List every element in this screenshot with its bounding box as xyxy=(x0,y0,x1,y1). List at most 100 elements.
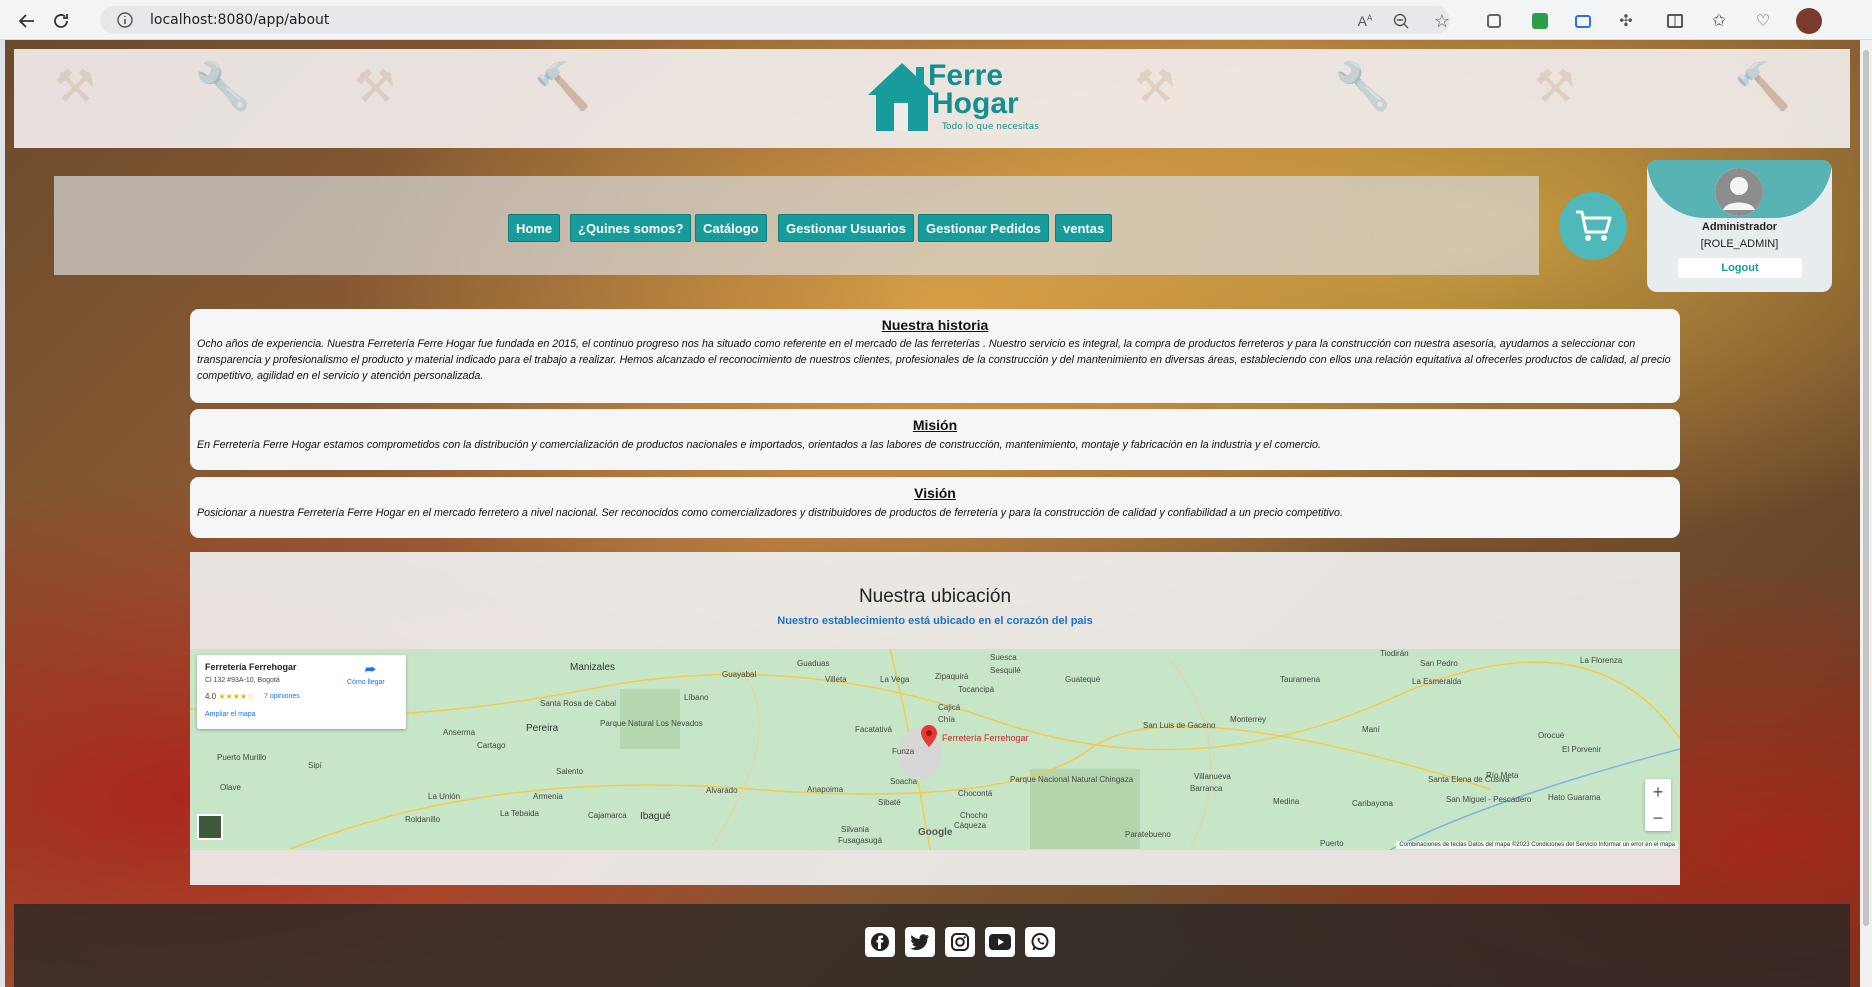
map-label: San Luis de Gaceno xyxy=(1143,721,1216,730)
map-pin-icon[interactable] xyxy=(921,725,937,752)
user-name: Administrador xyxy=(1701,221,1778,233)
user-card: Administrador [ROLE_ADMIN] Logout xyxy=(1647,160,1832,292)
map-label: Armenia xyxy=(533,792,563,801)
map-label: Barranca xyxy=(1190,784,1223,793)
map-label: Salento xyxy=(556,767,584,776)
google-logo: Google xyxy=(918,827,953,838)
scrollbar-thumb[interactable] xyxy=(1863,50,1869,926)
map-label: Tocancipá xyxy=(958,685,995,694)
map-label: Parque Natural Los Nevados xyxy=(600,719,703,728)
tools-pattern-icon: 🔧 xyxy=(194,60,252,112)
puzzle-icon[interactable]: ✣ xyxy=(1614,9,1638,33)
map-place-address: Cl 132 #93A-10, Bogotá xyxy=(205,677,280,684)
nav-about-button[interactable]: ¿Quines somos? xyxy=(570,214,692,242)
map-label: Cartago xyxy=(477,741,506,750)
location-section: Nuestra ubicación Nuestro establecimient… xyxy=(190,552,1680,885)
facebook-icon[interactable] xyxy=(865,927,895,957)
youtube-icon[interactable] xyxy=(985,927,1015,957)
address-bar[interactable]: localhost:8080/app/about xyxy=(100,6,1450,34)
nav-manage-orders-button[interactable]: Gestionar Pedidos xyxy=(918,214,1049,242)
screen-capture-icon[interactable] xyxy=(1571,9,1595,33)
tools-pattern-icon: 🔨 xyxy=(534,60,592,112)
site-info-icon[interactable] xyxy=(116,11,134,34)
back-arrow-icon[interactable] xyxy=(14,8,40,34)
browser-essentials-icon[interactable]: ♡ xyxy=(1751,9,1775,33)
embedded-map[interactable]: Manizales Guaduas Suesca Sesquilé Guayab… xyxy=(190,649,1680,850)
vision-text: Posicionar a nuestra Ferretería Ferre Ho… xyxy=(197,507,1343,519)
tools-pattern-icon: ⚒ xyxy=(54,60,96,112)
directions-icon[interactable]: ⮫ xyxy=(365,663,376,678)
map-reviews-link[interactable]: 7 opiniones xyxy=(264,693,300,700)
tools-pattern-icon: ⚒ xyxy=(354,60,396,112)
map-label: Funza xyxy=(892,747,915,756)
map-label: Chocontá xyxy=(958,789,993,798)
page-scrollbar[interactable] xyxy=(1860,40,1872,987)
map-zoom-control: + − xyxy=(1645,779,1671,831)
map-label: La Esmeralda xyxy=(1412,677,1462,686)
tools-pattern-icon: 🔧 xyxy=(1334,60,1392,112)
map-label: Chocho xyxy=(960,811,988,820)
brand-logo[interactable]: Ferre Hogar Todo lo que necesitas xyxy=(864,57,1044,137)
cart-icon xyxy=(1576,210,1612,241)
map-label: Líbano xyxy=(684,693,709,702)
extension-icon[interactable] xyxy=(1482,9,1506,33)
split-screen-icon[interactable] xyxy=(1663,9,1687,33)
map-label: Roldanillo xyxy=(405,815,441,824)
map-label: Manizales xyxy=(570,662,616,673)
twitter-icon[interactable] xyxy=(905,927,935,957)
satellite-toggle-button[interactable] xyxy=(197,814,223,840)
map-label: La Florenza xyxy=(1580,656,1623,665)
map-label: Alvarado xyxy=(706,786,738,795)
map-expand-link[interactable]: Ampliar el mapa xyxy=(205,711,256,718)
zoom-out-button[interactable]: − xyxy=(1645,805,1671,831)
map-label: Paratebueno xyxy=(1125,830,1171,839)
vision-title: Visión xyxy=(914,485,956,501)
nav-home-button[interactable]: Home xyxy=(508,214,561,242)
map-label: Medina xyxy=(1273,797,1300,806)
map-label: Sesquilé xyxy=(990,666,1021,675)
mission-card: Misión En Ferretería Ferre Hogar estamos… xyxy=(190,409,1680,470)
map-label: Maní xyxy=(1362,725,1380,734)
map-label: Guayabal xyxy=(722,670,757,679)
map-place-rating: 4.0 ★★★★☆ xyxy=(205,692,254,701)
map-label: Chía xyxy=(938,715,955,724)
read-aloud-icon[interactable]: AA xyxy=(1353,9,1377,33)
location-title: Nuestra ubicación xyxy=(858,586,1012,607)
map-label: Pereira xyxy=(526,723,559,734)
logo-word-hogar: Hogar xyxy=(932,87,1019,120)
map-label: La Unión xyxy=(428,792,461,801)
zoom-out-icon[interactable] xyxy=(1389,9,1413,33)
shield-extension-icon[interactable] xyxy=(1528,9,1552,33)
map-rating-value: 4.0 xyxy=(205,692,217,701)
whatsapp-icon[interactable] xyxy=(1025,927,1055,957)
nav-manage-users-button[interactable]: Gestionar Usuarios xyxy=(778,214,914,242)
zoom-in-button[interactable]: + xyxy=(1645,779,1671,805)
url-text: localhost:8080/app/about xyxy=(150,12,330,28)
map-label: Guatequé xyxy=(1065,675,1101,684)
location-subtitle: Nuestro establecimiento está ubicado en … xyxy=(777,615,1093,627)
favorites-icon[interactable]: ✩ xyxy=(1707,9,1731,33)
map-label: La Vega xyxy=(880,675,910,684)
instagram-icon[interactable] xyxy=(945,927,975,957)
map-label: Facatativá xyxy=(855,725,892,734)
map-label: San Miguel - Pescadero xyxy=(1446,795,1532,804)
history-text: Ocho años de experiencia. Nuestra Ferret… xyxy=(197,338,1671,382)
cart-button[interactable] xyxy=(1559,192,1627,260)
map-label: Puerto Murillo xyxy=(217,753,267,762)
profile-avatar[interactable] xyxy=(1796,8,1822,34)
logout-button[interactable]: Logout xyxy=(1678,258,1802,278)
nav-sales-button[interactable]: ventas xyxy=(1055,214,1113,242)
map-attribution: Combinaciones de teclas Datos del mapa ©… xyxy=(1396,841,1678,849)
map-label: Anserma xyxy=(443,728,476,737)
map-place-name: Ferretería Ferrehogar xyxy=(205,662,297,672)
map-label: Cáqueza xyxy=(954,821,987,830)
favorite-star-icon[interactable]: ☆ xyxy=(1430,9,1454,33)
map-label: Santa Rosa de Cabal xyxy=(540,699,617,708)
map-label: Río Meta xyxy=(1486,771,1519,780)
map-label: La Tebaida xyxy=(500,809,539,818)
user-avatar-icon xyxy=(1715,168,1763,216)
map-label: Villanueva xyxy=(1194,772,1231,781)
nav-catalog-button[interactable]: Catálogo xyxy=(695,214,767,242)
map-directions-link[interactable]: Cómo llegar xyxy=(347,679,385,686)
reload-icon[interactable] xyxy=(48,8,74,34)
